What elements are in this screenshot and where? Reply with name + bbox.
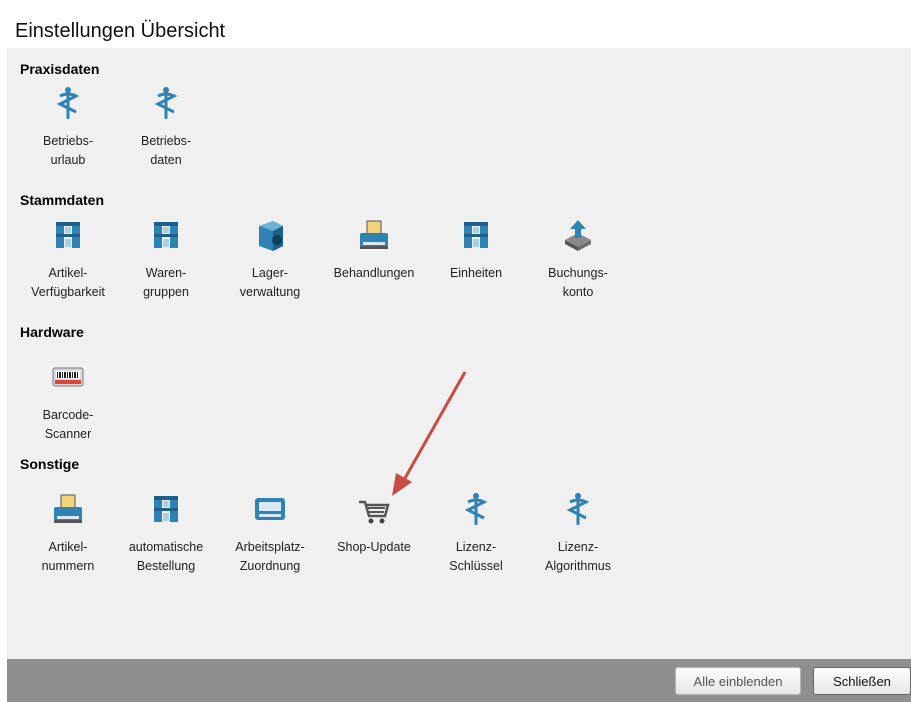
dialog-title: Einstellungen Übersicht: [15, 20, 226, 42]
settings-item-buchungskonto[interactable]: Buchungs- konto: [530, 218, 626, 302]
settings-item-betriebsdaten[interactable]: Betriebs- daten: [118, 86, 214, 170]
show-all-button[interactable]: Alle einblenden: [675, 667, 801, 695]
settings-item-betriebsurlaub[interactable]: Betriebs- urlaub: [20, 86, 116, 170]
settings-item-shop-update[interactable]: Shop-Update: [326, 492, 422, 557]
caduceus-icon: [154, 87, 178, 119]
item-label-line2: Bestellung: [136, 559, 196, 573]
caduceus-icon: [56, 87, 80, 119]
account-icon: [565, 220, 591, 251]
item-label-line2: urlaub: [50, 153, 86, 167]
item-label-line2: Scanner: [44, 427, 92, 441]
item-label-line1: Waren-: [145, 266, 187, 280]
section-title-stammdaten: Stammdaten: [20, 192, 105, 208]
section-title-hardware: Hardware: [20, 324, 84, 340]
item-label-line2: nummern: [41, 559, 95, 573]
item-label-line2: daten: [150, 153, 182, 167]
printer-icon: [360, 220, 388, 249]
caduceus-icon: [566, 493, 590, 525]
printer-icon: [54, 494, 82, 523]
section-title-praxisdaten: Praxisdaten: [20, 61, 100, 77]
settings-item-lizenz-schluessel[interactable]: Lizenz- Schlüssel: [428, 492, 524, 576]
item-label-line1: Betriebs-: [140, 134, 192, 148]
item-label-line1: Buchungs-: [548, 266, 608, 280]
item-label-line1: Lizenz-: [455, 540, 497, 554]
settings-item-arbeitsplatz-zuordnung[interactable]: Arbeitsplatz- Zuordnung: [222, 492, 318, 576]
settings-item-warengruppen[interactable]: Waren- gruppen: [118, 218, 214, 302]
dialog-titlebar: Einstellungen Übersicht: [7, 8, 911, 48]
barcode-scanner-icon: [52, 367, 84, 387]
item-label-line2: gruppen: [143, 285, 189, 299]
shelf-icon: [56, 222, 80, 248]
item-label-line1: Artikel-: [48, 540, 88, 554]
caduceus-icon: [464, 493, 488, 525]
settings-item-behandlungen[interactable]: Behandlungen: [326, 218, 422, 283]
item-label-line1: Barcode-: [42, 408, 94, 422]
shelf-icon: [154, 222, 178, 248]
item-label-line1: Artikel-: [48, 266, 88, 280]
shelf-icon: [154, 496, 178, 522]
settings-item-lagerverwaltung[interactable]: Lager- verwaltung: [222, 218, 318, 302]
item-label-line1: Einheiten: [449, 266, 503, 280]
item-label-line2: Schlüssel: [449, 559, 503, 573]
item-label-line2: Zuordnung: [239, 559, 301, 573]
settings-item-lizenz-algorithmus[interactable]: Lizenz- Algorithmus: [530, 492, 626, 576]
section-title-sonstige: Sonstige: [20, 456, 80, 472]
settings-item-artikel-verfuegbarkeit[interactable]: Artikel- Verfügbarkeit: [20, 218, 116, 302]
shopping-cart-icon: [359, 500, 390, 524]
dialog-footer: Alle einblenden Schließen: [7, 659, 911, 702]
settings-item-barcode-scanner[interactable]: Barcode- Scanner: [20, 360, 116, 444]
item-label-line1: Behandlungen: [333, 266, 415, 280]
item-label-line1: Shop-Update: [337, 540, 411, 554]
item-label-line2: Algorithmus: [545, 559, 611, 573]
item-label-line1: Lager-: [251, 266, 289, 280]
item-label-line2: Verfügbarkeit: [31, 285, 105, 299]
item-label-line2: verwaltung: [239, 285, 301, 299]
item-label-line2: konto: [562, 285, 594, 299]
storage-icon: [259, 221, 283, 251]
item-label-line1: automatische: [128, 540, 204, 554]
item-label-line1: Arbeitsplatz-: [235, 540, 305, 554]
shelf-icon: [464, 222, 488, 248]
close-button[interactable]: Schließen: [813, 667, 911, 695]
item-label-line1: Lizenz-: [557, 540, 599, 554]
settings-item-automatische-bestellung[interactable]: automatische Bestellung: [118, 492, 214, 576]
item-label-line1: Betriebs-: [42, 134, 94, 148]
workstation-icon: [255, 498, 285, 520]
settings-item-einheiten[interactable]: Einheiten: [428, 218, 524, 283]
settings-item-artikelnummern[interactable]: Artikel- nummern: [20, 492, 116, 576]
